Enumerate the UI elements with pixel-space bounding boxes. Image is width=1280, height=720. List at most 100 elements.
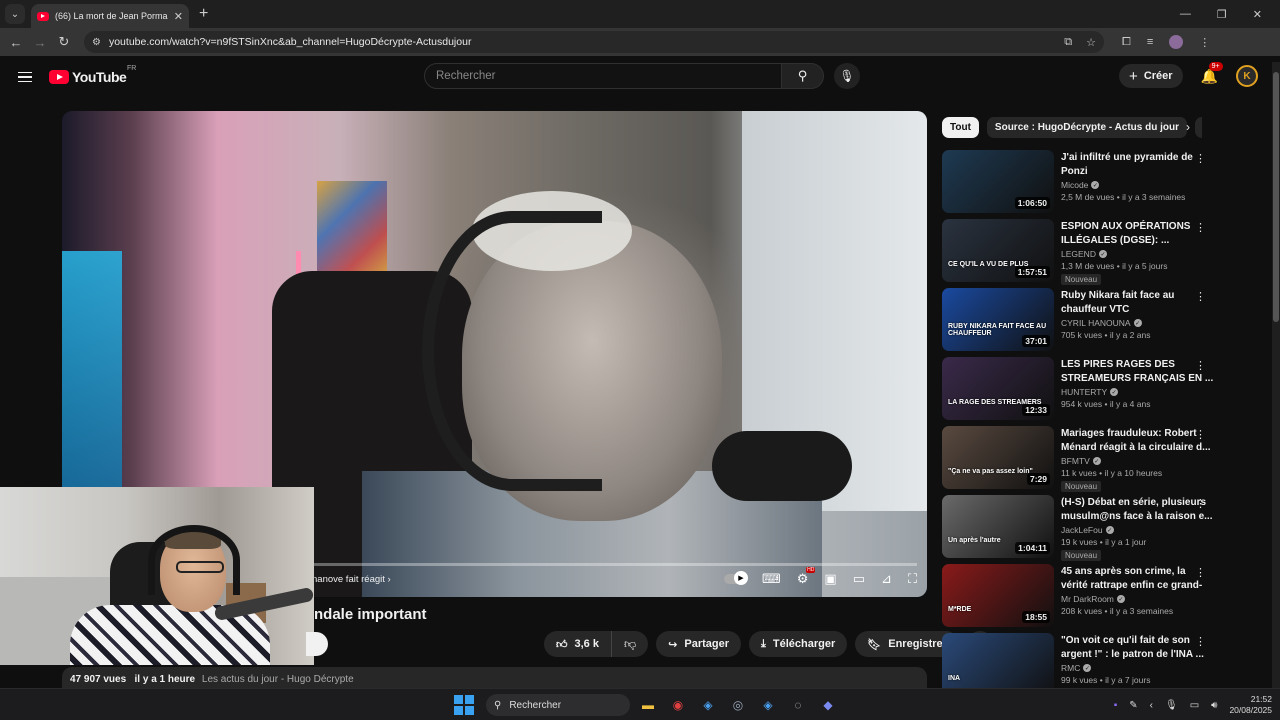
video-title-text[interactable]: 45 ans après son crime, la vérité rattra… [1061, 565, 1214, 592]
video-title-text[interactable]: "On voit ce qu'il fait de son argent !" … [1061, 634, 1214, 661]
video-options-icon[interactable]: ⋮ [1195, 635, 1206, 648]
video-thumbnail[interactable]: 1:06:50 [942, 150, 1054, 213]
profile-avatar[interactable] [1169, 35, 1184, 49]
subtitles-icon[interactable]: ⌨ [762, 571, 781, 587]
minimize-icon[interactable]: — [1180, 8, 1191, 21]
recommended-video[interactable]: 1:06:50 J'ai infiltré une pyramide de Pon… [942, 150, 1214, 219]
file-explorer-icon[interactable]: ▬ [636, 693, 660, 717]
video-options-icon[interactable]: ⋮ [1195, 290, 1206, 303]
bookmark-star-icon[interactable]: ☆ [1086, 36, 1096, 49]
chip-source[interactable]: Source : HugoDécrypte - Actus du jour [986, 117, 1188, 138]
fullscreen-icon[interactable]: ⛶ [908, 571, 917, 587]
video-title-text[interactable]: ESPION AUX OPÉRATIONS ILLÉGALES (DGSE): … [1061, 220, 1214, 247]
chip-more[interactable]: A [1195, 117, 1202, 138]
download-button[interactable]: ⤓ Télécharger [749, 631, 848, 657]
video-options-icon[interactable]: ⋮ [1195, 428, 1206, 441]
back-icon[interactable]: ← [4, 35, 28, 50]
dislike-button[interactable]: 👎︎ [612, 631, 648, 657]
video-title-text[interactable]: LES PIRES RAGES DES STREAMEURS FRANÇAIS … [1061, 358, 1214, 385]
tray-chevron-icon[interactable]: ‹ [1150, 700, 1153, 711]
forward-icon[interactable]: → [28, 35, 52, 50]
video-title-text[interactable]: Ruby Nikara fait face au chauffeur VTC [1061, 289, 1214, 316]
reload-icon[interactable]: ↻ [52, 34, 76, 50]
network-icon[interactable]: ▭ [1190, 700, 1199, 711]
chapter-label[interactable]: nanove fait réagit › [312, 574, 391, 585]
reading-list-icon[interactable]: ≡ [1147, 36, 1153, 48]
autoplay-toggle[interactable] [723, 571, 748, 585]
share-button[interactable]: ↪ Partager [656, 631, 742, 657]
volume-icon[interactable]: 🔊︎ [1211, 700, 1217, 711]
theater-mode-icon[interactable]: ▭ [853, 571, 865, 587]
extensions-icon[interactable]: ⧠ [1122, 36, 1131, 49]
recommended-video[interactable]: CE QU'IL A VU DE PLUS 1:57:51 ESPION AUX O… [942, 219, 1214, 288]
video-title-text[interactable]: (H-S) Débat en série, plusieurs musulm@n… [1061, 496, 1214, 523]
video-thumbnail[interactable]: Un après l'autre 1:04:11 [942, 495, 1054, 558]
new-tab-icon[interactable]: + [199, 5, 208, 23]
discord-icon[interactable]: ◆ [816, 693, 840, 717]
tab-search-icon[interactable]: ⌄ [5, 4, 25, 24]
video-options-icon[interactable]: ⋮ [1195, 221, 1206, 234]
browser-tab[interactable]: (66) La mort de Jean Pormanove ✕ [31, 4, 189, 28]
channel-name[interactable]: LEGEND ✓ [1061, 249, 1214, 259]
close-window-icon[interactable]: ✕ [1253, 8, 1262, 21]
account-avatar[interactable]: K [1236, 65, 1258, 87]
app-icon-1[interactable]: ◈ [696, 693, 720, 717]
cast-icon[interactable]: ⊿ [881, 571, 892, 587]
channel-name[interactable]: HUNTERTY ✓ [1061, 387, 1214, 397]
omnibox[interactable]: ⚙ youtube.com/watch?v=n9fSTSinXnc&ab_cha… [84, 31, 1104, 53]
channel-name[interactable]: BFMTV ✓ [1061, 456, 1214, 466]
tray-app-icon[interactable]: ▪ [1114, 700, 1118, 711]
app-icon-2[interactable]: ◈ [756, 693, 780, 717]
app-icon-3[interactable]: ◌ [786, 693, 810, 717]
video-options-icon[interactable]: ⋮ [1195, 497, 1206, 510]
tab-close-icon[interactable]: ✕ [174, 10, 183, 23]
channel-name[interactable]: CYRIL HANOUNA ✓ [1061, 318, 1214, 328]
youtube-logo[interactable]: YouTube FR [49, 65, 136, 85]
create-button[interactable]: + Créer [1119, 64, 1183, 88]
browser-menu-icon[interactable]: ⋮ [1199, 36, 1210, 49]
notifications-button[interactable]: 🔔 9+ [1201, 61, 1223, 85]
video-options-icon[interactable]: ⋮ [1195, 359, 1206, 372]
subscribe-button-edge[interactable] [306, 632, 328, 656]
microphone-tray-icon[interactable]: 🎙 [1165, 700, 1178, 711]
restore-icon[interactable]: ❐ [1217, 8, 1227, 21]
voice-search-button[interactable]: 🎙 [834, 63, 860, 89]
video-thumbnail[interactable]: "Ça ne va pas assez loin" 7:29 [942, 426, 1054, 489]
taskbar-search[interactable]: ⚲ Rechercher [486, 694, 630, 716]
search-input[interactable]: Rechercher [424, 63, 782, 89]
chips-next-icon[interactable]: › [1186, 120, 1190, 134]
recommended-video[interactable]: LA RAGE DES STREAMERS 12:33 LES PIRES RAGE… [942, 357, 1214, 426]
steam-icon[interactable]: ◎ [726, 693, 750, 717]
channel-name[interactable]: JackLeFou ✓ [1061, 525, 1214, 535]
video-options-icon[interactable]: ⋮ [1195, 152, 1206, 165]
recommended-video[interactable]: "Ça ne va pas assez loin" 7:29 Mariages fr… [942, 426, 1214, 495]
tray-pen-icon[interactable]: ✎ [1129, 700, 1137, 711]
url-text[interactable]: youtube.com/watch?v=n9fSTSinXnc&ab_chann… [109, 36, 1056, 48]
recommended-video[interactable]: RUBY NIKARA FAIT FACE AU CHAUFFEUR 37:01 R… [942, 288, 1214, 357]
chrome-icon[interactable]: ◉ [666, 693, 690, 717]
video-thumbnail[interactable]: LA RAGE DES STREAMERS 12:33 [942, 357, 1054, 420]
site-info-icon[interactable]: ⚙ [92, 37, 101, 48]
video-thumbnail[interactable]: CE QU'IL A VU DE PLUS 1:57:51 [942, 219, 1054, 282]
progress-bar[interactable] [312, 563, 917, 566]
video-thumbnail[interactable]: INA [942, 633, 1054, 696]
taskbar-clock[interactable]: 21:52 20/08/2025 [1229, 694, 1272, 716]
channel-name[interactable]: Mr DarkRoom ✓ [1061, 594, 1214, 604]
hamburger-menu-icon[interactable] [18, 71, 32, 83]
windows-start-icon[interactable] [454, 695, 474, 715]
video-title-text[interactable]: J'ai infiltré une pyramide de Ponzi [1061, 151, 1214, 178]
channel-name[interactable]: Micode ✓ [1061, 180, 1214, 190]
video-thumbnail[interactable]: M*RDE 18:55 [942, 564, 1054, 627]
search-button[interactable]: ⚲ [782, 63, 824, 89]
video-thumbnail[interactable]: RUBY NIKARA FAIT FACE AU CHAUFFEUR 37:01 [942, 288, 1054, 351]
video-options-icon[interactable]: ⋮ [1195, 566, 1206, 579]
install-app-icon[interactable]: ⧉ [1064, 36, 1072, 49]
miniplayer-icon[interactable]: ▣ [824, 571, 836, 587]
channel-name[interactable]: RMC ✓ [1061, 663, 1214, 673]
scrollbar-thumb[interactable] [1273, 72, 1279, 322]
recommended-video[interactable]: M*RDE 18:55 45 ans après son crime, la vér… [942, 564, 1214, 633]
video-title-text[interactable]: Mariages frauduleux: Robert Ménard réagi… [1061, 427, 1214, 454]
chip-all[interactable]: Tout [942, 117, 979, 138]
settings-gear-icon[interactable]: ⚙ [797, 567, 815, 587]
like-button[interactable]: 👍︎ 3,6 k [544, 631, 612, 657]
